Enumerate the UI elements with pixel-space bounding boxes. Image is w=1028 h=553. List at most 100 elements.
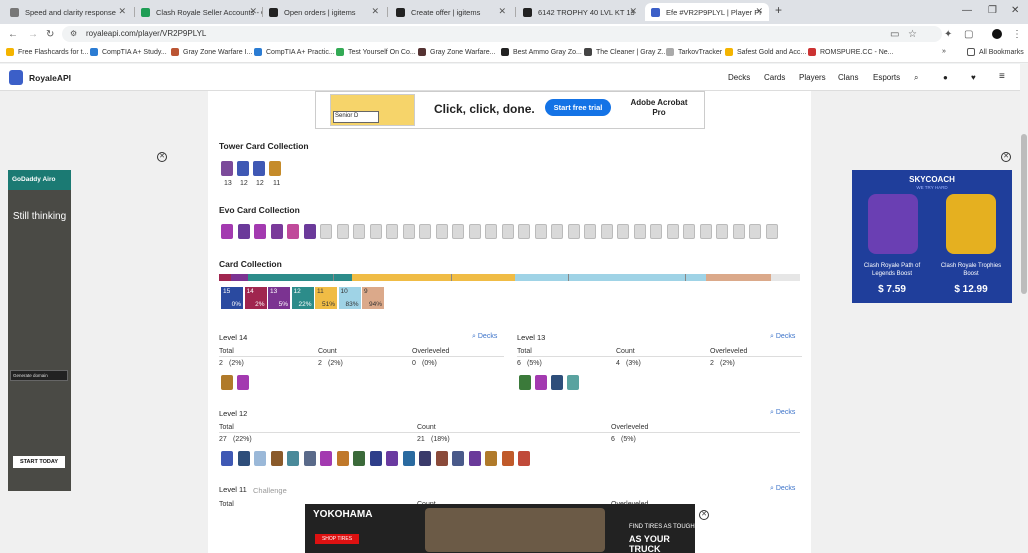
extensions-icon[interactable]: ✦ [944,29,952,40]
card-icon[interactable] [501,451,514,466]
evo-card-locked-icon[interactable] [617,224,629,239]
close-icon[interactable]: ✕ [498,6,506,17]
brand-name[interactable]: RoyaleAPI [29,73,71,83]
evo-card-locked-icon[interactable] [551,224,563,239]
ad-cta-button[interactable]: SHOP TIRES [315,534,359,544]
collection-level-chip[interactable]: 11 51% [315,287,337,309]
close-ad-icon[interactable]: ✕ [1001,152,1011,162]
evo-card-icon[interactable] [237,224,250,239]
bookmark-item[interactable]: Test Yourself On Co... [336,48,416,56]
evo-card-locked-icon[interactable] [419,224,431,239]
top-ad[interactable]: Senior D Click, click, done. Start free … [315,91,705,129]
nav-clans[interactable]: Clans [838,73,858,82]
nav-esports[interactable]: Esports [873,73,900,82]
bookmark-item[interactable]: TarkovTracker [666,48,722,56]
decks-link[interactable]: ⌕ Decks [770,333,795,341]
close-ad-icon[interactable]: ✕ [699,510,709,520]
close-ad-icon[interactable]: ✕ [157,152,167,162]
evo-card-locked-icon[interactable] [485,224,497,239]
evo-card-locked-icon[interactable] [452,224,464,239]
scrollbar-thumb[interactable] [1021,134,1027,294]
tab-2[interactable]: Clash Royale Seller Accounts - C ✕ [135,3,263,21]
ad-cta-button[interactable]: START TODAY [13,456,65,468]
tab-3[interactable]: Open orders | igitems ✕ [263,3,385,21]
card-icon[interactable] [237,375,249,390]
card-icon[interactable] [221,451,233,466]
tab-1[interactable]: Speed and clarity response ✕ [4,3,132,21]
bookmark-item[interactable]: CompTIA A+ Practic... [254,48,335,56]
card-icon[interactable] [353,451,365,466]
scrollbar[interactable] [1020,64,1028,553]
card-icon[interactable] [567,375,579,390]
evo-card-icon[interactable] [287,224,299,239]
bookmark-item[interactable]: The Cleaner | Gray Z... [584,48,667,56]
card-icon[interactable] [386,451,398,466]
evo-card-locked-icon[interactable] [699,224,712,239]
card-icon[interactable] [535,375,547,390]
menu-icon[interactable]: ⋮ [1012,29,1022,40]
bookmark-item[interactable]: ROMSPURE.CC - Ne... [808,48,894,56]
tower-card[interactable] [237,161,249,176]
bottom-ad[interactable]: YOKOHAMA SHOP TIRES FIND TIRES AS TOUGH … [305,504,695,553]
evo-card-locked-icon[interactable] [650,224,662,239]
right-ad[interactable]: SKYCOACH WE TRY HARD Clash Royale Path o… [852,170,1012,303]
evo-card-locked-icon[interactable] [716,224,728,239]
tab-active[interactable]: Efe #VR2P9PLYL | Player Profile✕ [645,3,769,21]
evo-card-locked-icon[interactable] [749,224,761,239]
card-icon[interactable] [419,451,431,466]
bookmark-item[interactable]: Best Ammo Gray Zo... [501,48,582,56]
bookmark-item[interactable]: Free Flashcards for t... [6,48,88,56]
collection-level-chip[interactable]: 10 83% [338,287,361,309]
evo-card-locked-icon[interactable] [534,224,547,239]
evo-card-locked-icon[interactable] [336,224,349,239]
evo-card-locked-icon[interactable] [369,224,382,239]
decks-link[interactable]: ⌕ Decks [472,333,497,341]
card-icon[interactable] [551,375,563,390]
tab-5[interactable]: 6142 TROPHY 40 LVL KT 13 11/4✕ [517,3,643,21]
decks-link[interactable]: ⌕ Decks [770,485,795,493]
tower-card[interactable] [269,161,281,176]
collection-level-chip[interactable]: 14 2% [244,287,267,309]
site-info-icon[interactable]: ⚙ [70,29,77,38]
nav-players[interactable]: Players [799,73,826,82]
evo-card-locked-icon[interactable] [320,224,332,239]
window-close-button[interactable]: ✕ [1011,5,1019,16]
card-icon[interactable] [221,375,233,390]
card-icon[interactable] [270,451,283,466]
tower-card[interactable] [253,161,265,176]
evo-card-icon[interactable] [254,224,266,239]
heart-icon[interactable]: ♥ [971,73,976,82]
collection-level-chip[interactable]: 9 94% [362,287,384,309]
bookmark-item[interactable]: CompTIA A+ Study... [90,48,167,56]
install-icon[interactable]: ▭ [890,29,899,40]
forward-icon[interactable]: → [28,29,38,40]
card-icon[interactable] [287,451,299,466]
minimize-button[interactable]: — [962,5,972,16]
chevron-right-icon[interactable]: » [942,48,946,55]
bookmark-item[interactable]: Gray Zone Warfare... [418,48,495,56]
card-icon[interactable] [435,451,448,466]
card-icon[interactable] [369,451,382,466]
evo-card-icon[interactable] [270,224,283,239]
downloads-icon[interactable]: ▢ [964,29,973,40]
bookmark-item[interactable]: Gray Zone Warfare I... [171,48,252,56]
evo-card-locked-icon[interactable] [600,224,613,239]
evo-card-locked-icon[interactable] [468,224,481,239]
evo-card-locked-icon[interactable] [584,224,596,239]
evo-card-locked-icon[interactable] [732,224,745,239]
evo-card-locked-icon[interactable] [435,224,448,239]
evo-card-icon[interactable] [303,224,316,239]
close-icon[interactable]: ✕ [118,6,126,17]
card-icon[interactable] [336,451,349,466]
hamburger-menu-icon[interactable]: ≡ [999,71,1005,82]
evo-card-locked-icon[interactable] [501,224,514,239]
card-icon[interactable] [485,451,497,466]
close-icon[interactable]: ✕ [371,6,379,17]
royaleapi-logo-icon[interactable] [9,70,23,85]
evo-card-locked-icon[interactable] [633,224,646,239]
search-icon[interactable]: ⌕ [914,73,918,83]
evo-card-locked-icon[interactable] [666,224,679,239]
new-tab-button[interactable]: + [775,3,782,17]
card-icon[interactable] [402,451,415,466]
profile-avatar[interactable] [992,29,1002,39]
